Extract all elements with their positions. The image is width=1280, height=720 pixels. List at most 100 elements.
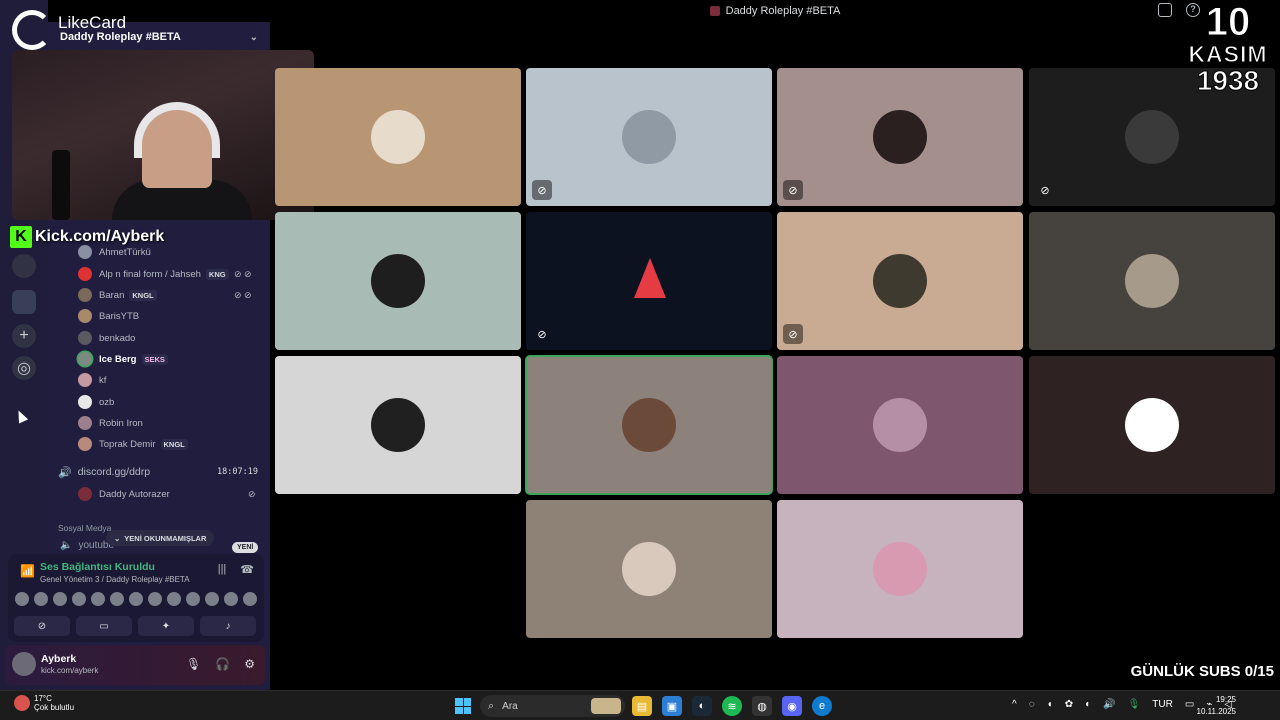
avatar[interactable] bbox=[204, 591, 220, 607]
avatar[interactable] bbox=[109, 591, 125, 607]
list-item[interactable]: Ice Berg SEKS bbox=[78, 349, 168, 369]
username[interactable]: Ayberk bbox=[41, 653, 76, 665]
list-item[interactable]: Robin Iron bbox=[78, 413, 143, 433]
microphone-icon[interactable]: 🎙 bbox=[1128, 699, 1141, 710]
list-item[interactable]: BarisYTB bbox=[78, 306, 139, 326]
tray-app-icon[interactable]: ✿ bbox=[1065, 699, 1073, 710]
list-item[interactable]: Daddy Autorazer bbox=[78, 484, 170, 504]
server-icon[interactable] bbox=[12, 254, 36, 278]
user-status[interactable]: kick.com/ayberk bbox=[41, 666, 98, 675]
avatar[interactable] bbox=[185, 591, 201, 607]
avatar bbox=[78, 437, 92, 451]
new-unreads-pill[interactable]: ⌄ YENİ OKUNMAMIŞLAR bbox=[106, 530, 215, 546]
video-tile-speaking[interactable] bbox=[525, 355, 773, 495]
voice-channel-path[interactable]: Genel Yönetim 3 / Daddy Roleplay #BETA bbox=[40, 575, 190, 584]
inbox-icon[interactable] bbox=[1158, 3, 1172, 17]
list-item[interactable]: benkado bbox=[78, 328, 135, 348]
taskbar: 17°C Çok bulutlu ⌕ Ara ▤ ▣ ◐ ≋ ◍ ◉ e ^ ◌… bbox=[0, 690, 1280, 720]
avatar[interactable] bbox=[12, 652, 36, 676]
voice-channel[interactable]: 🔊 discord.gg/ddrp 18:07:19 bbox=[58, 463, 268, 481]
explore-servers-icon[interactable]: ◎ bbox=[12, 356, 36, 380]
video-tile[interactable] bbox=[275, 68, 521, 206]
spotify-icon[interactable]: ≋ bbox=[722, 696, 742, 716]
avatar[interactable] bbox=[128, 591, 144, 607]
avatar[interactable] bbox=[147, 591, 163, 607]
video-tile[interactable]: ⊘ bbox=[777, 212, 1023, 350]
headphones-icon[interactable]: 🎧 bbox=[215, 657, 230, 671]
file-explorer-icon[interactable]: ▤ bbox=[632, 696, 652, 716]
video-tile[interactable] bbox=[1029, 356, 1275, 494]
tray-app-icon[interactable]: ◖ bbox=[1047, 699, 1053, 710]
video-tile[interactable]: ⊘ bbox=[526, 68, 772, 206]
video-tile[interactable] bbox=[275, 356, 521, 494]
microphone-icon[interactable]: 🎙 bbox=[186, 657, 201, 671]
kick-url: Kick.com/Ayberk bbox=[35, 228, 165, 245]
likecard-logo: LikeCard bbox=[12, 10, 126, 50]
kick-icon: K bbox=[10, 226, 32, 248]
language-indicator[interactable]: TUR bbox=[1152, 699, 1173, 710]
avatar bbox=[622, 542, 676, 596]
voice-participants bbox=[14, 591, 258, 607]
member-name: BarisYTB bbox=[99, 310, 140, 322]
list-item[interactable]: kf bbox=[78, 370, 106, 390]
app-icon[interactable]: ◍ bbox=[752, 696, 772, 716]
category-label[interactable]: Sosyal Medya bbox=[58, 523, 111, 533]
video-tile[interactable] bbox=[777, 356, 1023, 494]
avatar bbox=[78, 487, 92, 501]
steam-icon[interactable]: ◐ bbox=[692, 696, 712, 716]
clock[interactable]: 19:25 10.11.2025 bbox=[1197, 694, 1236, 718]
weather-widget[interactable]: 17°C Çok bulutlu bbox=[14, 694, 74, 712]
video-tile[interactable]: ⊘ bbox=[526, 212, 772, 350]
list-item[interactable]: Toprak Demir KNGL bbox=[78, 434, 188, 454]
date: 10.11.2025 bbox=[1196, 707, 1236, 716]
avatar[interactable] bbox=[90, 591, 106, 607]
chevron-up-icon[interactable]: ^ bbox=[1012, 699, 1017, 710]
member-name: ozb bbox=[99, 396, 115, 408]
discord-icon[interactable]: ◉ bbox=[782, 696, 802, 716]
search-icon: ⌕ bbox=[488, 699, 495, 712]
server-folder-icon[interactable] bbox=[12, 290, 36, 314]
avatar[interactable] bbox=[33, 591, 49, 607]
steam-tray-icon[interactable]: ◐ bbox=[1085, 699, 1091, 710]
activities-button[interactable]: ✦ bbox=[138, 616, 194, 636]
avatar[interactable] bbox=[166, 591, 182, 607]
noise-suppression-icon[interactable]: ||| bbox=[218, 563, 227, 576]
camera-off-button[interactable]: ⊘ bbox=[14, 616, 70, 636]
video-tile[interactable] bbox=[777, 500, 1023, 638]
volume-icon[interactable]: 🔊 bbox=[1103, 699, 1115, 710]
avatar bbox=[873, 542, 927, 596]
avatar[interactable] bbox=[223, 591, 239, 607]
avatar bbox=[78, 288, 92, 302]
windows-start-icon[interactable] bbox=[455, 698, 471, 714]
video-tile[interactable] bbox=[526, 500, 772, 638]
photos-icon[interactable]: ▣ bbox=[662, 696, 682, 716]
display-icon[interactable]: ▭ bbox=[1185, 699, 1194, 710]
taskbar-search[interactable]: ⌕ Ara bbox=[480, 695, 625, 717]
video-tile[interactable]: ⊘ bbox=[777, 68, 1023, 206]
avatar bbox=[622, 110, 676, 164]
gear-icon[interactable]: ⚙ bbox=[244, 657, 255, 671]
video-tile[interactable] bbox=[275, 212, 521, 350]
soundboard-button[interactable]: ♪ bbox=[200, 616, 256, 636]
avatar[interactable] bbox=[52, 591, 68, 607]
edge-icon[interactable]: e bbox=[812, 696, 832, 716]
add-server-icon[interactable]: + bbox=[12, 324, 36, 348]
avatar[interactable] bbox=[242, 591, 258, 607]
weather-icon bbox=[14, 695, 30, 711]
avatar bbox=[873, 254, 927, 308]
list-item[interactable]: Alp n final form / Jahseh KNG bbox=[78, 264, 229, 284]
disconnect-icon[interactable]: ☎ bbox=[240, 563, 254, 576]
avatar bbox=[371, 110, 425, 164]
discord-window: + ◎ Daddy Roleplay #BETA ⌄ AhmetTürkü Al… bbox=[0, 0, 1280, 720]
avatar[interactable] bbox=[71, 591, 87, 607]
list-item[interactable]: ozb bbox=[78, 392, 114, 412]
video-tile[interactable] bbox=[1029, 212, 1275, 350]
voice-status[interactable]: Ses Bağlantısı Kuruldu bbox=[40, 561, 155, 573]
list-item[interactable]: Baran KNGL bbox=[78, 285, 157, 305]
channel-timer: 18:07:19 bbox=[217, 467, 258, 477]
signal-icon[interactable]: 📶 bbox=[20, 564, 35, 578]
speaker-icon: 🔊 bbox=[58, 466, 72, 479]
avatar[interactable] bbox=[14, 591, 30, 607]
tray-app-icon[interactable]: ◌ bbox=[1029, 699, 1035, 710]
screen-share-button[interactable]: ▭ bbox=[76, 616, 132, 636]
